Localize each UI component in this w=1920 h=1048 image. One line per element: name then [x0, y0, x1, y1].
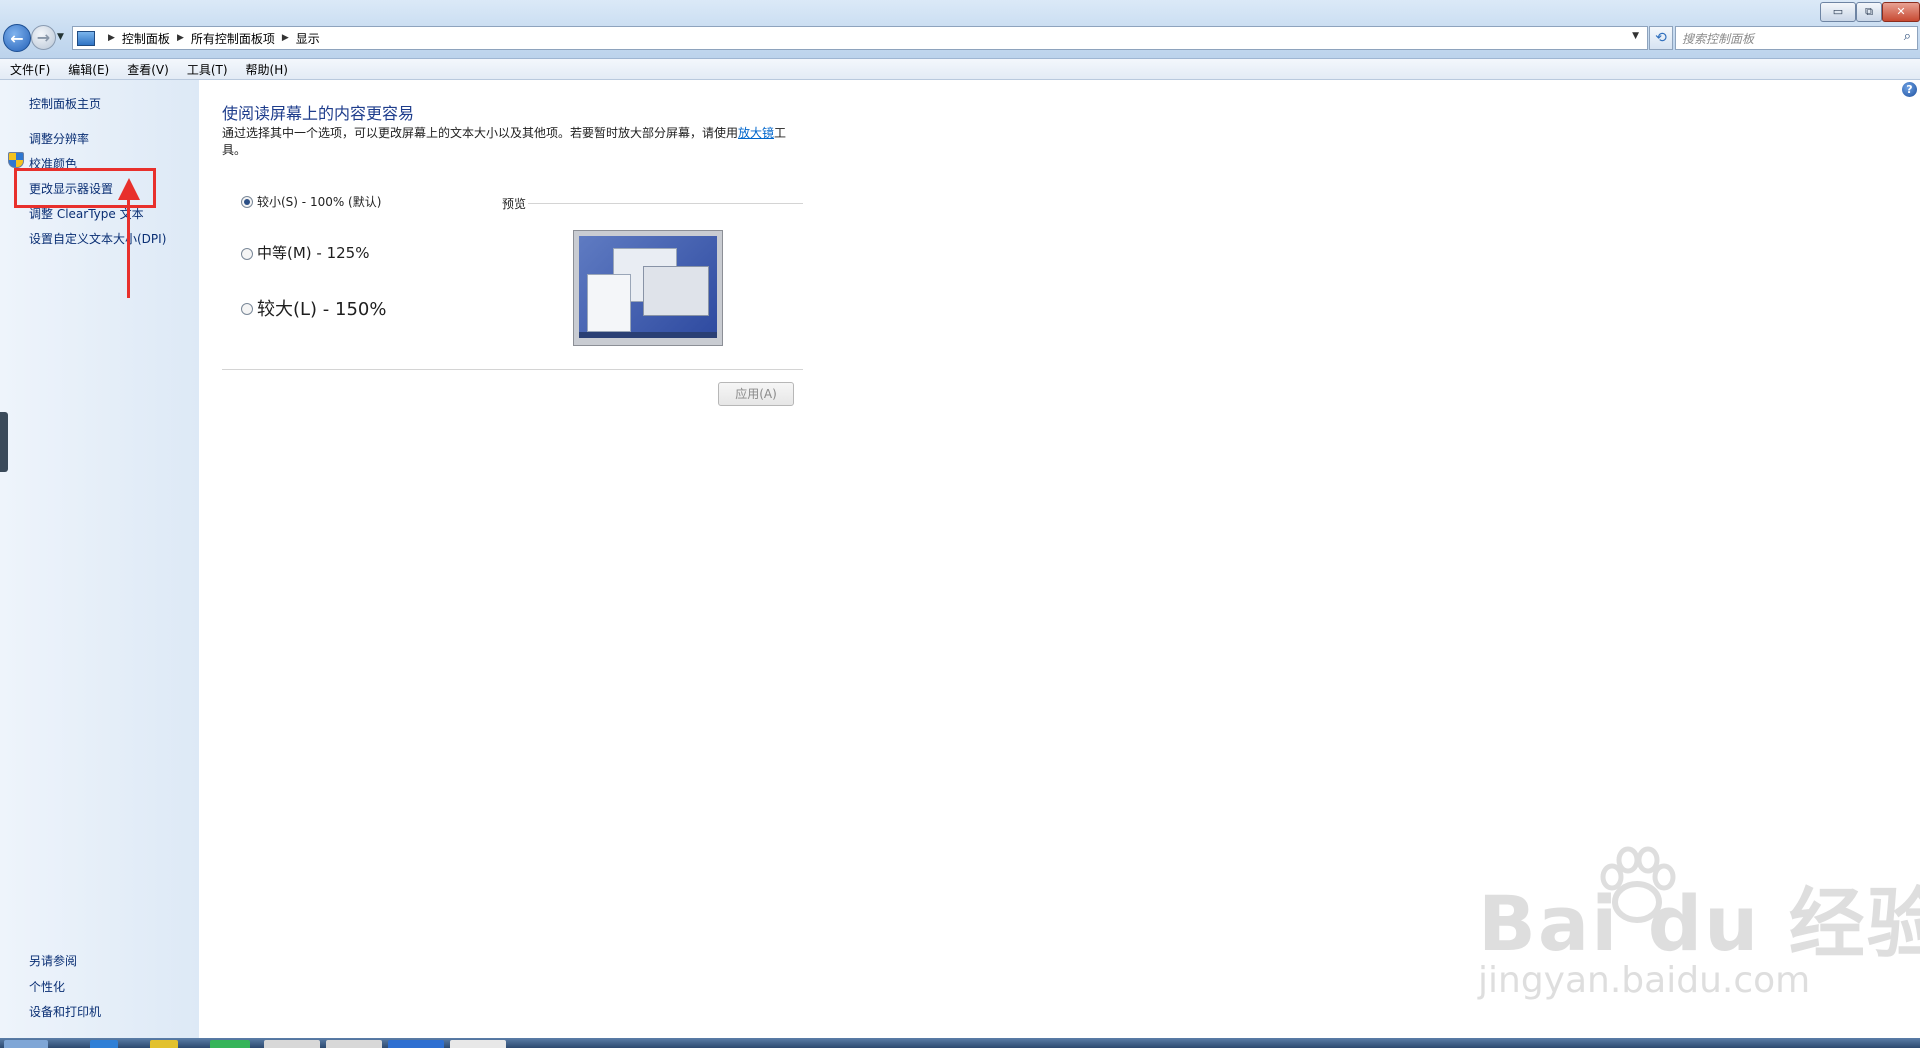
- menu-bar: 文件(F) 编辑(E) 查看(V) 工具(T) 帮助(H): [0, 59, 1920, 80]
- sidebar-devices-printers[interactable]: 设备和打印机: [29, 1003, 101, 1020]
- forward-arrow-icon: →: [36, 28, 51, 47]
- breadcrumb-all-items[interactable]: 所有控制面板项: [191, 30, 275, 47]
- sidebar-adjust-resolution[interactable]: 调整分辨率: [29, 130, 89, 147]
- preview-window: [643, 266, 709, 316]
- shield-icon: [8, 152, 24, 168]
- breadcrumb-display[interactable]: 显示: [296, 30, 320, 47]
- radio-larger[interactable]: [241, 303, 253, 315]
- help-icon[interactable]: ?: [1902, 82, 1917, 97]
- preview-window: [587, 274, 631, 332]
- taskbar-app[interactable]: [264, 1040, 320, 1048]
- sidebar-home-link[interactable]: 控制面板主页: [29, 95, 101, 112]
- search-icon[interactable]: ⌕: [1904, 29, 1911, 44]
- menu-edit[interactable]: 编辑(E): [58, 61, 117, 78]
- menu-help[interactable]: 帮助(H): [236, 61, 296, 78]
- taskbar-app[interactable]: [210, 1040, 250, 1048]
- refresh-icon: ⟲: [1655, 30, 1667, 46]
- watermark-url: jingyan.baidu.com: [1478, 960, 1811, 1001]
- breadcrumb-control-panel[interactable]: 控制面板: [122, 30, 170, 47]
- search-field[interactable]: 搜索控制面板 ⌕: [1675, 26, 1918, 50]
- back-arrow-icon: ←: [10, 28, 24, 48]
- address-bar[interactable]: ▶ 控制面板 ▶ 所有控制面板项 ▶ 显示 ▼: [72, 26, 1648, 50]
- taskbar-app[interactable]: [150, 1040, 178, 1048]
- breadcrumb-separator[interactable]: ▶: [177, 33, 184, 43]
- breadcrumb-separator[interactable]: ▶: [108, 33, 115, 43]
- refresh-button[interactable]: ⟲: [1649, 26, 1673, 50]
- recent-pages-dropdown[interactable]: ▼: [57, 32, 64, 42]
- watermark-brand: Bai du 经验: [1478, 879, 1920, 968]
- search-input[interactable]: 搜索控制面板: [1682, 30, 1754, 47]
- annotation-arrow-head: [118, 178, 140, 200]
- side-dock-handle[interactable]: [0, 412, 8, 472]
- see-also-title: 另请参阅: [29, 954, 78, 968]
- taskbar-app[interactable]: [90, 1040, 118, 1048]
- paw-icon: [1600, 846, 1676, 923]
- content-divider: [222, 369, 803, 370]
- back-button[interactable]: ←: [3, 24, 31, 52]
- window-titlebar: ▭ ⧉ ✕ ← → ▼ ▶ 控制面板 ▶ 所有控制面板项 ▶ 显示 ▼ ⟲ 搜索…: [0, 0, 1920, 59]
- option-smaller-label[interactable]: 较小(S) - 100% (默认): [257, 193, 381, 210]
- option-larger-label[interactable]: 较大(L) - 150%: [257, 295, 386, 321]
- minimize-button[interactable]: ▭: [1820, 2, 1856, 22]
- radio-smaller[interactable]: [241, 196, 253, 208]
- maximize-button[interactable]: ⧉: [1856, 2, 1882, 22]
- preview-screen: [579, 236, 717, 338]
- taskbar-app[interactable]: [326, 1040, 382, 1048]
- taskbar-app[interactable]: [388, 1040, 444, 1048]
- page-description: 通过选择其中一个选项，可以更改屏幕上的文本大小以及其他项。若要暂时放大部分屏幕，…: [222, 125, 792, 159]
- menu-file[interactable]: 文件(F): [0, 61, 58, 78]
- page-title: 使阅读屏幕上的内容更容易: [222, 104, 415, 123]
- preview-taskbar: [579, 332, 717, 338]
- breadcrumb-separator[interactable]: ▶: [282, 33, 289, 43]
- preview-divider: [528, 203, 803, 204]
- sidebar-custom-dpi[interactable]: 设置自定义文本大小(DPI): [29, 230, 166, 247]
- address-dropdown-icon[interactable]: ▼: [1632, 31, 1639, 41]
- description-text: 通过选择其中一个选项，可以更改屏幕上的文本大小以及其他项。若要暂时放大部分屏幕，…: [222, 126, 739, 140]
- menu-tools[interactable]: 工具(T): [177, 61, 236, 78]
- start-button[interactable]: [4, 1040, 48, 1048]
- sidebar-personalization[interactable]: 个性化: [29, 978, 65, 995]
- close-button[interactable]: ✕: [1882, 2, 1920, 22]
- forward-button[interactable]: →: [31, 25, 56, 50]
- preview-image: [573, 230, 723, 346]
- radio-medium[interactable]: [241, 248, 253, 260]
- sidebar: 控制面板主页 调整分辨率 校准颜色 更改显示器设置 调整 ClearType 文…: [0, 80, 199, 1038]
- preview-label: 预览: [502, 197, 527, 211]
- apply-button[interactable]: 应用(A): [718, 382, 794, 406]
- taskbar-app[interactable]: [450, 1040, 506, 1048]
- menu-view[interactable]: 查看(V): [117, 61, 177, 78]
- magnifier-link[interactable]: 放大镜: [738, 126, 774, 140]
- annotation-arrow: [127, 190, 130, 298]
- control-panel-icon: [77, 30, 95, 46]
- option-medium-label[interactable]: 中等(M) - 125%: [257, 242, 369, 263]
